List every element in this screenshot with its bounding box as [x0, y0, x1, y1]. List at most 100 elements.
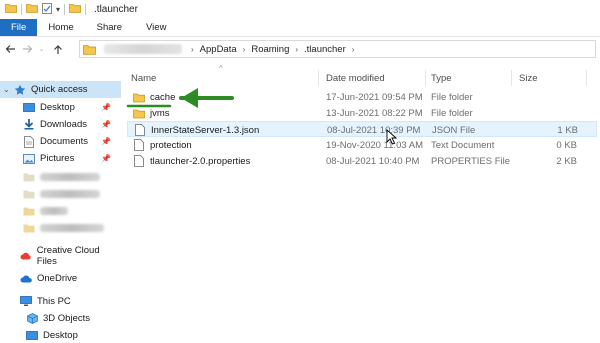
sidebar-item-redacted[interactable]: [0, 219, 121, 236]
sidebar-item-redacted[interactable]: [0, 185, 121, 202]
column-header-name[interactable]: Name: [125, 68, 156, 88]
sidebar-item-pictures[interactable]: Pictures 📌: [0, 150, 121, 167]
computer-icon: [19, 296, 33, 308]
file-name-label: InnerStateServer-1.3.json: [151, 124, 260, 136]
breadcrumb-roaming[interactable]: Roaming: [251, 44, 289, 55]
sidebar-item-redacted[interactable]: [0, 168, 121, 185]
creative-cloud-icon: [19, 250, 33, 262]
sidebar-item-quick-access[interactable]: ⌄ Quick access: [0, 81, 121, 98]
file-size: 2 KB: [556, 155, 577, 167]
sidebar-item-documents[interactable]: Documents 📌: [0, 133, 121, 150]
file-size: 0 KB: [556, 139, 577, 151]
folder-icon: [133, 107, 145, 119]
address-bar[interactable]: › AppData › Roaming › .tlauncher ›: [79, 40, 596, 58]
chevron-down-icon[interactable]: ⌄: [3, 85, 13, 94]
table-row[interactable]: protection 19-Nov-2020 11:03 AM Text Doc…: [127, 137, 597, 153]
sidebar-item-this-pc[interactable]: This PC: [0, 293, 121, 310]
tab-view[interactable]: View: [132, 19, 176, 36]
column-header-date[interactable]: Date modified: [320, 68, 385, 88]
folder-icon[interactable]: [5, 3, 17, 16]
column-divider[interactable]: [586, 70, 587, 86]
file-date: 13-Jun-2021 08:22 PM: [326, 107, 423, 119]
sidebar-item-creative-cloud[interactable]: Creative Cloud Files: [0, 244, 121, 267]
sidebar-label: Downloads: [40, 119, 87, 130]
file-icon: [133, 139, 145, 151]
column-header-size[interactable]: Size: [513, 68, 537, 88]
sidebar-label: Creative Cloud Files: [36, 244, 100, 267]
redacted-path: [104, 44, 182, 54]
desktop-icon: [25, 330, 39, 342]
breadcrumb-tlauncher[interactable]: .tlauncher: [304, 44, 346, 55]
column-divider[interactable]: [511, 70, 512, 86]
pin-icon[interactable]: 📌: [101, 103, 111, 112]
cube-icon: [25, 313, 39, 325]
sidebar-label: Desktop: [43, 330, 78, 341]
file-name-label: protection: [150, 139, 192, 151]
new-folder-icon[interactable]: [26, 3, 38, 16]
window-title: .tlauncher: [94, 4, 138, 15]
sidebar-label: Documents: [40, 136, 89, 147]
ribbon-tabs: File Home Share View: [0, 19, 600, 37]
recent-locations-icon[interactable]: ⌄: [35, 42, 48, 56]
folder-icon: [22, 222, 36, 234]
sidebar-item-redacted[interactable]: [0, 202, 121, 219]
file-name: jvms: [133, 105, 170, 121]
table-row[interactable]: jvms 13-Jun-2021 08:22 PM File folder: [127, 105, 597, 121]
chevron-down-icon[interactable]: ▾: [56, 5, 60, 14]
file-name: cache: [133, 89, 175, 105]
chevron-right-icon[interactable]: ›: [352, 45, 355, 54]
pin-icon[interactable]: 📌: [101, 137, 111, 146]
sidebar-item-desktop[interactable]: Desktop 📌: [0, 99, 121, 116]
redacted-label: [40, 189, 100, 198]
download-icon: [22, 119, 36, 131]
picture-icon: [22, 153, 36, 165]
table-row[interactable]: InnerStateServer-1.3.json 08-Jul-2021 10…: [127, 121, 597, 137]
pin-icon[interactable]: 📌: [101, 120, 111, 129]
file-date: 08-Jul-2021 10:40 PM: [326, 155, 420, 167]
file-name-label: jvms: [150, 107, 170, 119]
sidebar-label: OneDrive: [37, 273, 78, 284]
file-type: JSON File: [432, 124, 476, 136]
folder-icon: [133, 91, 145, 103]
breadcrumb-appdata[interactable]: AppData: [200, 44, 237, 55]
sidebar-item-downloads[interactable]: Downloads 📌: [0, 116, 121, 133]
tab-home[interactable]: Home: [37, 19, 83, 36]
redacted-label: [40, 206, 68, 215]
table-row[interactable]: tlauncher-2.0.properties 08-Jul-2021 10:…: [127, 153, 597, 169]
file-name: protection: [133, 137, 192, 153]
toolbar-divider: [21, 4, 22, 15]
file-date: 19-Nov-2020 11:03 AM: [326, 139, 423, 151]
star-icon: [13, 84, 27, 96]
file-type: File folder: [431, 107, 473, 119]
chevron-right-icon[interactable]: ›: [243, 45, 246, 54]
folder-icon: [69, 3, 81, 16]
chevron-right-icon[interactable]: ›: [295, 45, 298, 54]
tab-file[interactable]: File: [0, 19, 38, 36]
folder-icon: [83, 44, 96, 58]
back-arrow-icon[interactable]: [4, 42, 17, 56]
file-size: 1 KB: [557, 124, 578, 136]
file-type: Text Document: [431, 139, 495, 151]
properties-icon[interactable]: [42, 2, 52, 17]
forward-arrow-icon[interactable]: [21, 42, 34, 56]
pin-icon[interactable]: 📌: [101, 154, 111, 163]
document-icon: [22, 135, 36, 148]
chevron-right-icon[interactable]: ›: [191, 45, 194, 54]
column-header-type[interactable]: Type: [425, 68, 452, 88]
table-row[interactable]: cache 17-Jun-2021 09:54 PM File folder: [127, 89, 597, 105]
title-bar: ▾ .tlauncher: [0, 0, 600, 19]
tab-share[interactable]: Share: [84, 19, 132, 36]
file-icon: [133, 155, 145, 167]
redacted-label: [40, 223, 104, 232]
column-divider[interactable]: [318, 70, 319, 86]
file-name: InnerStateServer-1.3.json: [134, 122, 259, 138]
up-arrow-icon[interactable]: [51, 42, 64, 56]
sidebar-item-desktop-pc[interactable]: Desktop: [0, 327, 121, 343]
sidebar-label: 3D Objects: [43, 313, 90, 324]
folder-icon: [22, 188, 36, 200]
sidebar-label: Desktop: [40, 102, 75, 113]
sidebar-item-onedrive[interactable]: OneDrive: [0, 270, 121, 287]
folder-icon: [22, 205, 36, 217]
sidebar-label: Pictures: [40, 153, 75, 164]
sidebar-item-3d-objects[interactable]: 3D Objects: [0, 310, 121, 327]
